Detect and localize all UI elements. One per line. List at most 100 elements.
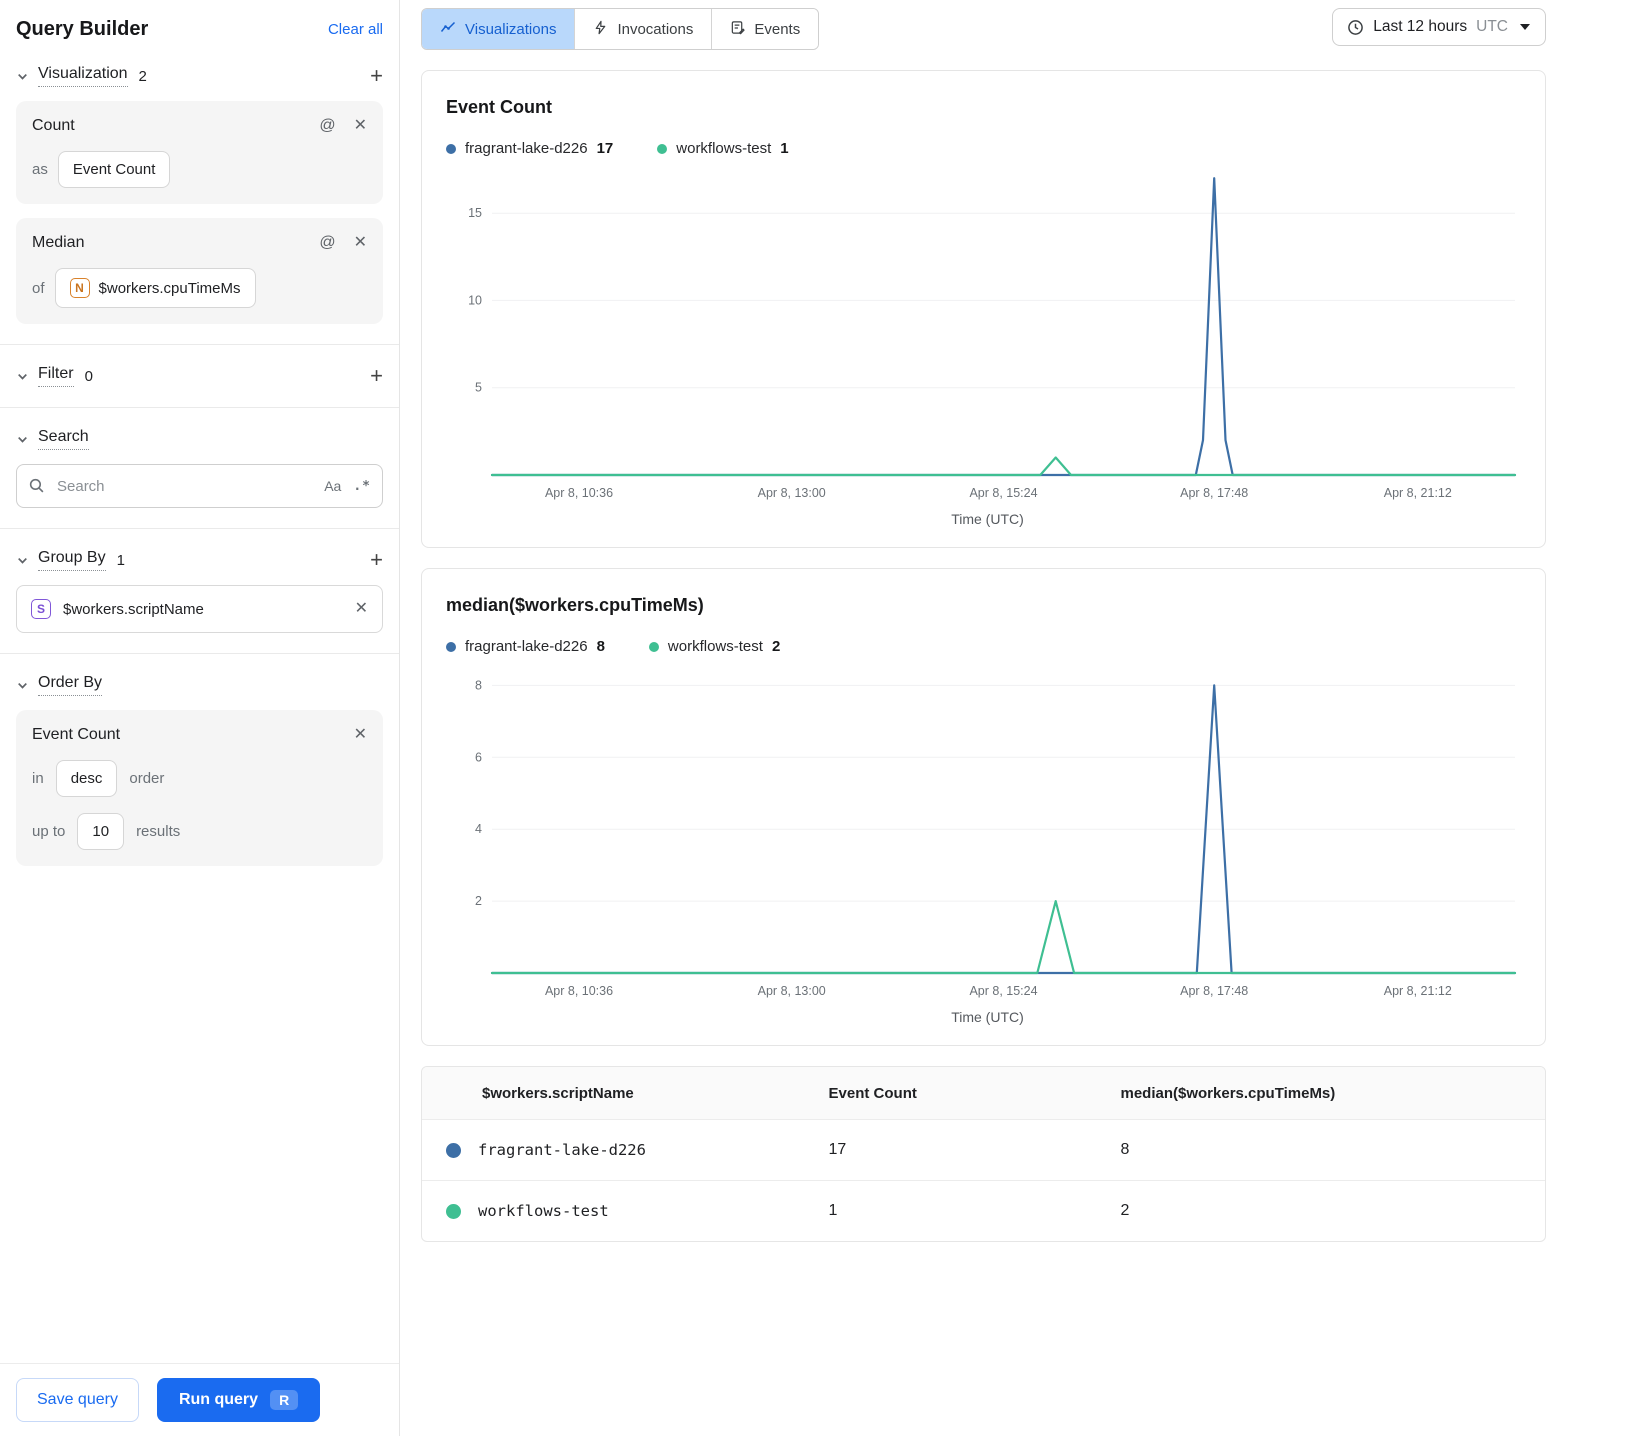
- tab-invocations[interactable]: Invocations: [574, 9, 712, 49]
- svg-text:Apr 8, 13:00: Apr 8, 13:00: [758, 984, 826, 998]
- series-color-dot: [446, 1203, 461, 1219]
- divider: [0, 528, 399, 529]
- svg-text:Apr 8, 17:48: Apr 8, 17:48: [1180, 984, 1248, 998]
- legend-item[interactable]: fragrant-lake-d226 17: [446, 140, 613, 157]
- visualization-card-title: Count: [32, 117, 75, 134]
- up-to-label: up to: [32, 823, 66, 840]
- visualization-card-count: Count @ ✕ as Event Count: [16, 101, 383, 204]
- group-by-item[interactable]: S $workers.scriptName ✕: [16, 585, 383, 633]
- legend-item[interactable]: workflows-test 2: [648, 638, 780, 655]
- table-column-header: Event Count: [828, 1084, 917, 1102]
- query-builder-app: Query Builder Clear all Visualization 2 …: [0, 0, 1640, 1436]
- result-limit-chip[interactable]: 10: [77, 813, 125, 850]
- tab-events[interactable]: Events: [711, 9, 819, 49]
- add-visualization-button[interactable]: +: [370, 65, 383, 87]
- search-icon: [28, 477, 45, 499]
- caret-down-icon: [1519, 23, 1531, 31]
- order-by-section-label: Order By: [38, 674, 103, 696]
- add-group-by-button[interactable]: +: [370, 549, 383, 571]
- run-query-shortcut-badge: R: [270, 1390, 299, 1410]
- chart-title: median($workers.cpuTimeMs): [446, 595, 704, 615]
- svg-text:Apr 8, 13:00: Apr 8, 13:00: [758, 486, 826, 500]
- series-color-dot: [446, 641, 456, 652]
- time-range-select[interactable]: Last 12 hours UTC: [1332, 8, 1546, 46]
- of-label: of: [32, 279, 45, 297]
- regex-icon[interactable]: .*: [353, 479, 371, 494]
- svg-text:10: 10: [468, 293, 482, 307]
- filter-count: 0: [84, 367, 93, 385]
- close-icon[interactable]: ✕: [354, 118, 367, 134]
- divider: [0, 344, 399, 345]
- chevron-down-icon[interactable]: [16, 70, 29, 83]
- clear-all-button[interactable]: Clear all: [328, 21, 383, 38]
- order-direction-chip[interactable]: desc: [55, 760, 118, 797]
- at-mention-icon[interactable]: @: [319, 235, 335, 251]
- x-axis-title: Time (UTC): [951, 1009, 1024, 1025]
- chevron-down-icon[interactable]: [16, 433, 29, 446]
- chevron-down-icon[interactable]: [16, 554, 29, 567]
- divider: [0, 407, 399, 408]
- in-label: in: [32, 770, 44, 787]
- case-sensitivity-icon[interactable]: Aa: [324, 478, 341, 494]
- event-count-chart: 5 10 15 Apr 8, 10:36 Apr 8, 13:00 Apr 8, 15:2…: [446, 161, 1529, 509]
- divider: [0, 653, 399, 654]
- time-range-label: Last 12 hours: [1373, 18, 1468, 35]
- svg-text:Apr 8, 10:36: Apr 8, 10:36: [545, 984, 613, 998]
- median-value: 2: [1120, 1202, 1130, 1219]
- series-color-dot: [648, 641, 659, 652]
- at-mention-icon[interactable]: @: [319, 118, 335, 134]
- svg-text:Apr 8, 21:12: Apr 8, 21:12: [1384, 984, 1452, 998]
- chart-line-icon: [440, 19, 456, 39]
- event-count-chart-card: Event Count fragrant-lake-d226 17 workflow…: [421, 70, 1546, 548]
- group-by-field-label: $workers.scriptName: [63, 600, 204, 618]
- table-row[interactable]: fragrant-lake-d226 17 8: [422, 1119, 1545, 1180]
- as-label: as: [32, 161, 48, 178]
- sidebar-footer: Save query Run query R: [0, 1363, 399, 1436]
- svg-text:Apr 8, 15:24: Apr 8, 15:24: [969, 486, 1037, 500]
- chevron-down-icon[interactable]: [16, 679, 29, 692]
- svg-text:2: 2: [475, 894, 482, 908]
- group-by-count: 1: [116, 551, 125, 569]
- chart-title: Event Count: [446, 97, 552, 117]
- legend-item[interactable]: workflows-test 1: [657, 140, 789, 157]
- chevron-down-icon[interactable]: [16, 370, 29, 383]
- results-table: $workers.scriptName Event Count median($wo…: [421, 1066, 1546, 1242]
- filter-section-header: Filter 0 +: [16, 365, 383, 387]
- sidebar-header: Query Builder Clear all: [16, 18, 383, 41]
- count-alias-chip[interactable]: Event Count: [57, 151, 171, 188]
- main-content: Visualizations Invocations Events Last 1…: [400, 0, 1640, 1436]
- tab-visualizations[interactable]: Visualizations: [422, 9, 575, 49]
- table-header-row: $workers.scriptName Event Count median($wo…: [422, 1067, 1545, 1119]
- visualization-card-median: Median @ ✕ of N $workers.cpuTimeMs: [16, 218, 383, 324]
- x-axis-title: Time (UTC): [951, 511, 1024, 527]
- svg-text:6: 6: [475, 750, 482, 764]
- add-filter-button[interactable]: +: [370, 365, 383, 387]
- legend-item[interactable]: fragrant-lake-d226 8: [446, 638, 605, 655]
- median-cputime-chart-card: median($workers.cpuTimeMs) fragrant-lake…: [421, 568, 1546, 1046]
- close-icon[interactable]: ✕: [354, 235, 367, 251]
- run-query-button[interactable]: Run query R: [156, 1378, 321, 1422]
- close-icon[interactable]: ✕: [354, 727, 367, 743]
- series-color-dot: [657, 143, 668, 154]
- chart-legend: fragrant-lake-d226 17 workflows-test 1: [446, 140, 1529, 157]
- group-by-section-header: Group By 1 +: [16, 549, 383, 571]
- svg-text:15: 15: [468, 206, 482, 220]
- median-field-chip[interactable]: N $workers.cpuTimeMs: [54, 268, 256, 308]
- table-row[interactable]: workflows-test 1 2: [422, 1180, 1545, 1241]
- search-box: Aa .*: [16, 464, 383, 508]
- search-section-label: Search: [38, 428, 89, 450]
- view-tabs: Visualizations Invocations Events: [421, 8, 820, 50]
- svg-text:Apr 8, 15:24: Apr 8, 15:24: [969, 984, 1037, 998]
- chart-legend: fragrant-lake-d226 8 workflows-test 2: [446, 638, 1529, 655]
- field-type-string-icon: S: [31, 599, 51, 619]
- script-name: fragrant-lake-d226: [478, 1141, 646, 1159]
- search-section-header: Search: [16, 428, 383, 450]
- order-by-card: Event Count ✕ in desc order up to 10 res…: [16, 710, 383, 866]
- close-icon[interactable]: ✕: [355, 601, 368, 617]
- field-type-number-icon: N: [69, 278, 90, 298]
- svg-text:Apr 8, 17:48: Apr 8, 17:48: [1180, 486, 1248, 500]
- visualization-section-label: Visualization: [38, 65, 128, 87]
- median-value: 8: [1120, 1141, 1130, 1158]
- save-query-button[interactable]: Save query: [16, 1378, 139, 1422]
- visualization-section-header: Visualization 2 +: [16, 65, 383, 87]
